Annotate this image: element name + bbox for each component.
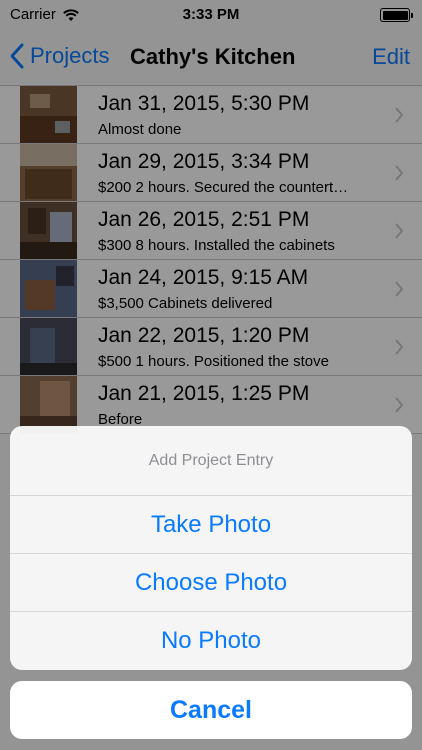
cancel-button[interactable]: Cancel — [10, 681, 412, 739]
take-photo-button[interactable]: Take Photo — [10, 496, 412, 554]
action-sheet: Add Project Entry Take Photo Choose Phot… — [10, 426, 412, 670]
choose-photo-button[interactable]: Choose Photo — [10, 554, 412, 612]
action-sheet-title: Add Project Entry — [10, 426, 412, 496]
no-photo-button[interactable]: No Photo — [10, 612, 412, 670]
